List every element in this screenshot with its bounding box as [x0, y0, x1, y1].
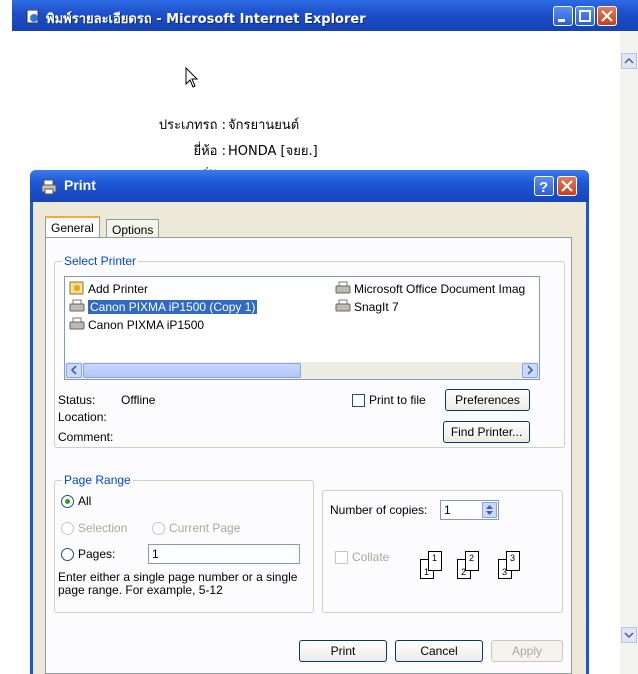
scroll-left-button[interactable]	[66, 363, 82, 378]
ie-page-icon	[26, 10, 39, 24]
find-printer-button[interactable]: Find Printer...	[443, 421, 530, 443]
printer-item-add-printer[interactable]: Add Printer	[69, 281, 148, 297]
close-button[interactable]	[597, 6, 617, 26]
pages-radio[interactable]	[61, 548, 74, 561]
close-icon	[601, 10, 613, 22]
print-to-file-checkbox[interactable]	[352, 394, 365, 407]
printer-icon	[69, 299, 85, 312]
number-of-copies-label: Number of copies:	[330, 503, 428, 517]
tab-general[interactable]: General	[45, 216, 100, 238]
page-range-group-label: Page Range	[62, 473, 133, 487]
spinner-arrows-icon	[486, 505, 493, 515]
preferences-button[interactable]: Preferences	[445, 389, 530, 411]
vehicle-type-value: จักรยานยนต์	[228, 118, 300, 133]
printer-item-canon-copy1[interactable]: Canon PIXMA iP1500 (Copy 1)	[69, 299, 258, 315]
printer-name: Add Printer	[88, 282, 149, 296]
ie-titlebar[interactable]: พิมพ์รายละเอียดรถ - Microsoft Internet E…	[12, 0, 638, 31]
printer-item-ms-office-document-imaging[interactable]: Microsoft Office Document Imag	[335, 281, 525, 297]
print-button[interactable]: Print	[299, 640, 387, 662]
printer-icon	[335, 299, 351, 312]
chevron-right-icon	[527, 365, 534, 375]
print-dialog-title: Print	[64, 177, 96, 193]
scroll-up-button[interactable]	[621, 53, 637, 69]
current-page-label: Current Page	[169, 521, 241, 535]
help-button[interactable]: ?	[534, 176, 554, 196]
brand-value: HONDA [จยย.]	[228, 144, 318, 159]
pages-input[interactable]: 1	[148, 544, 300, 564]
chevron-left-icon	[70, 365, 77, 375]
status-value: Offline	[121, 393, 156, 407]
ie-window-title: พิมพ์รายละเอียดรถ - Microsoft Internet E…	[46, 12, 366, 27]
printer-icon	[69, 317, 85, 330]
brand-label: ยี่ห้อ :	[193, 144, 226, 159]
general-tab-panel: Select Printer Add Printer Canon PIXMA i…	[45, 237, 572, 674]
collate-checkbox[interactable]	[335, 551, 348, 564]
printer-list-horizontal-scrollbar[interactable]	[65, 362, 539, 379]
printer-item-canon[interactable]: Canon PIXMA iP1500	[69, 317, 204, 333]
chevron-down-icon	[624, 632, 634, 639]
all-radio[interactable]	[61, 495, 74, 508]
maximize-button[interactable]	[575, 6, 595, 26]
help-icon: ?	[539, 179, 548, 196]
printer-name: Canon PIXMA iP1500	[88, 318, 205, 332]
select-printer-group-label: Select Printer	[62, 254, 139, 268]
all-label: All	[78, 494, 92, 508]
printer-icon	[41, 179, 57, 195]
comment-label: Comment:	[58, 430, 114, 444]
selection-radio[interactable]	[61, 522, 74, 535]
printer-icon	[335, 281, 351, 294]
print-dialog-body: General Options Select Printer Add Print…	[33, 202, 586, 674]
vehicle-type-label: ประเภทรถ :	[158, 118, 226, 133]
location-label: Location:	[58, 410, 107, 424]
print-dialog-titlebar[interactable]: Print ?	[30, 170, 589, 202]
tab-options[interactable]: Options	[106, 219, 160, 238]
status-label: Status:	[58, 393, 96, 407]
minimize-icon	[558, 19, 565, 22]
cancel-button[interactable]: Cancel	[395, 640, 483, 662]
printer-name: Canon PIXMA iP1500 (Copy 1)	[88, 300, 258, 314]
scroll-thumb[interactable]	[83, 363, 301, 378]
add-printer-icon	[69, 281, 84, 295]
select-printer-group: Select Printer Add Printer Canon PIXMA i…	[54, 254, 565, 448]
current-page-radio[interactable]	[152, 522, 165, 535]
close-icon	[561, 180, 573, 192]
dialog-close-button[interactable]	[557, 176, 577, 196]
mouse-pointer-icon	[185, 67, 199, 88]
svg-text:?: ?	[539, 179, 548, 195]
apply-button[interactable]: Apply	[491, 640, 563, 662]
printer-name: Microsoft Office Document Imag	[354, 282, 526, 296]
page-range-hint: Enter either a single page number or a s…	[58, 570, 298, 597]
printer-item-snagit[interactable]: SnagIt 7	[335, 299, 399, 315]
minimize-button[interactable]	[553, 6, 573, 26]
scroll-down-button[interactable]	[621, 627, 637, 643]
copies-spinner[interactable]	[482, 502, 497, 518]
page-range-group: Page Range All Selection Current Page Pa…	[54, 473, 314, 613]
printer-name: SnagIt 7	[354, 300, 399, 314]
scroll-right-button[interactable]	[522, 363, 538, 378]
collate-illustration-icon: 1 1 2 2 3 3	[420, 547, 540, 587]
maximize-icon	[579, 10, 591, 22]
pages-label: Pages:	[78, 547, 116, 561]
copies-group: Number of copies: 1 Collate 1 1 2 2 3 3	[322, 490, 563, 613]
chevron-up-icon	[624, 57, 634, 64]
selection-label: Selection	[78, 521, 128, 535]
print-to-file-label: Print to file	[369, 393, 426, 407]
print-dialog: Print ? General Options Select Printer A…	[30, 170, 589, 674]
collate-label: Collate	[352, 550, 390, 564]
ie-vertical-scrollbar[interactable]	[620, 31, 638, 674]
printer-list[interactable]: Add Printer Canon PIXMA iP1500 (Copy 1)	[64, 276, 540, 380]
